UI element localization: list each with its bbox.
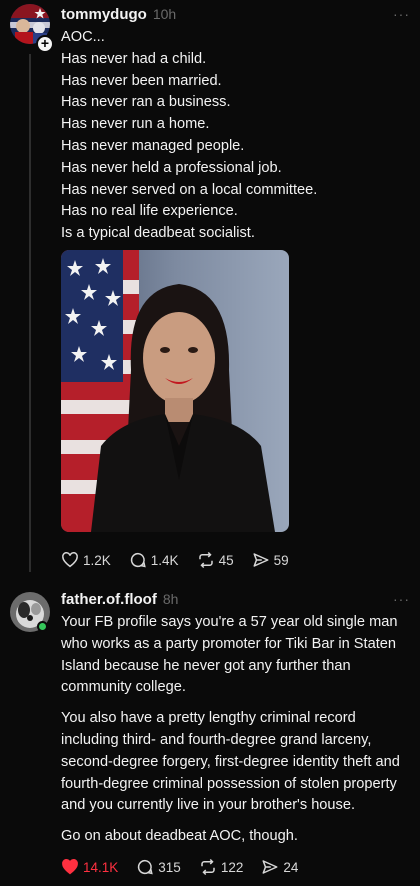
like-count: 14.1K <box>83 859 119 875</box>
repost-count: 45 <box>218 552 234 568</box>
comment-icon <box>130 552 146 568</box>
username[interactable]: father.of.floof <box>61 591 157 608</box>
reply-paragraph: Your FB profile says you're a 57 year ol… <box>61 614 398 696</box>
online-status-dot <box>37 621 48 632</box>
comment-count: 315 <box>158 859 181 875</box>
share-count: 24 <box>283 859 299 875</box>
post-line: Has never run a home. <box>61 116 210 133</box>
heart-icon <box>62 859 78 875</box>
timestamp: 10h <box>152 6 177 22</box>
thread-connector-line <box>29 54 31 572</box>
post-line: Has never ran a business. <box>61 94 231 111</box>
heart-icon <box>62 552 78 568</box>
reply-actions: 14.1K 315 122 24 <box>61 858 316 876</box>
repost-button[interactable]: 45 <box>197 551 234 569</box>
share-icon <box>262 860 278 874</box>
post-text: AOC... Has never had a child. Has never … <box>61 27 413 245</box>
comment-icon <box>138 859 154 875</box>
post-line: Has never been married. <box>61 72 222 89</box>
post-line: Has never held a professional job. <box>61 159 282 176</box>
more-options-icon[interactable]: ··· <box>393 6 410 22</box>
like-button[interactable]: 14.1K <box>61 858 118 876</box>
post-header: father.of.floof 8h <box>61 591 178 613</box>
post-line: Has never served on a local committee. <box>61 181 318 198</box>
post-line: Is a typical deadbeat socialist. <box>61 225 255 242</box>
post-line: AOC... <box>61 29 105 45</box>
share-count: 59 <box>273 552 289 568</box>
timestamp: 8h <box>162 591 179 607</box>
repost-button[interactable]: 122 <box>199 858 244 876</box>
repost-icon <box>198 551 213 569</box>
post-header: tommydugo 10h <box>61 6 176 28</box>
share-icon <box>253 553 269 567</box>
comment-count: 1.4K <box>150 552 179 568</box>
username[interactable]: tommydugo <box>61 6 147 23</box>
thread-post-1: + tommydugo 10h ··· AOC... Has never had… <box>0 0 420 580</box>
comment-button[interactable]: 315 <box>136 858 181 876</box>
post-line: Has never had a child. <box>61 50 207 67</box>
comment-button[interactable]: 1.4K <box>129 551 179 569</box>
post-actions: 1.2K 1.4K 45 59 <box>61 551 307 569</box>
share-button[interactable]: 59 <box>252 551 289 569</box>
repost-count: 122 <box>220 859 244 875</box>
post-photo[interactable] <box>61 250 289 532</box>
reply-text: Your FB profile says you're a 57 year ol… <box>61 612 413 848</box>
reply-paragraph: You also have a pretty lengthy criminal … <box>61 710 400 814</box>
post-line: Has no real life experience. <box>61 203 238 220</box>
reply-paragraph: Go on about deadbeat AOC, though. <box>61 828 298 845</box>
share-button[interactable]: 24 <box>261 858 298 876</box>
like-count: 1.2K <box>83 552 111 568</box>
post-line: Has never managed people. <box>61 137 245 154</box>
more-options-icon[interactable]: ··· <box>393 591 410 607</box>
repost-icon <box>201 858 215 876</box>
follow-add-badge[interactable]: + <box>36 35 54 53</box>
like-button[interactable]: 1.2K <box>61 551 111 569</box>
